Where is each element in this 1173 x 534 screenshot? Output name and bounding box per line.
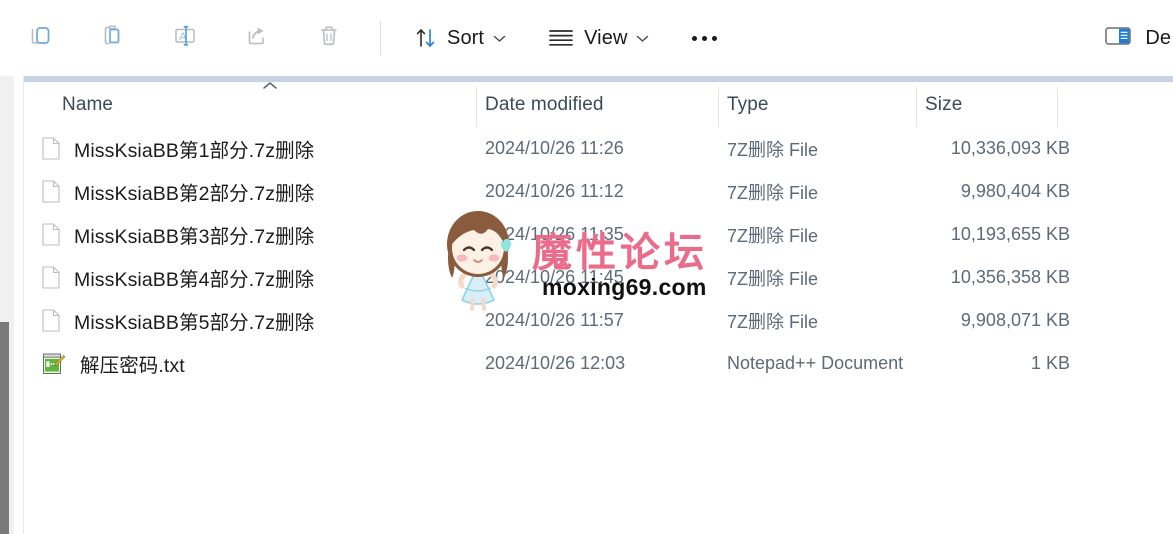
details-pane-label: De xyxy=(1145,26,1171,49)
file-date-cell: 2024/10/26 11:26 xyxy=(485,138,624,158)
file-date-cell: 2024/10/26 11:35 xyxy=(485,224,624,244)
table-row[interactable]: MissKsiaBB第2部分.7z删除 2024/10/26 11:12 7Z删… xyxy=(24,170,1173,213)
generic-file-icon xyxy=(42,137,60,160)
column-resizer[interactable] xyxy=(1057,87,1058,127)
column-header-size[interactable]: Size xyxy=(925,82,962,127)
column-header-type-label: Type xyxy=(727,93,769,115)
copy-icon xyxy=(28,23,54,54)
rename-button[interactable]: A xyxy=(162,15,208,61)
command-bar: A Sort View De xyxy=(0,0,1173,76)
file-explorer-window: A Sort View De Name Date modified Type S… xyxy=(0,0,1173,534)
delete-icon xyxy=(316,23,342,54)
file-name-cell: 解压密码.txt xyxy=(42,349,472,378)
navigation-scrollbar-thumb[interactable] xyxy=(0,322,9,534)
file-size-cell: 9,908,071 KB xyxy=(960,310,1070,330)
generic-file-icon xyxy=(42,223,60,246)
file-size-cell: 10,336,093 KB xyxy=(950,138,1070,158)
file-name-cell: MissKsiaBB第5部分.7z删除 xyxy=(42,306,472,335)
file-date-cell: 2024/10/26 12:03 xyxy=(485,353,626,373)
details-pane-icon xyxy=(1105,25,1133,52)
file-name-cell: MissKsiaBB第2部分.7z删除 xyxy=(42,177,472,206)
rename-icon: A xyxy=(171,23,199,54)
view-button[interactable]: View xyxy=(538,16,659,60)
toolbar-separator xyxy=(380,21,381,55)
view-list-icon xyxy=(548,27,574,49)
file-name-label: MissKsiaBB第1部分.7z删除 xyxy=(74,140,315,162)
copy-button[interactable] xyxy=(18,15,64,61)
file-name-label: MissKsiaBB第2部分.7z删除 xyxy=(74,183,315,205)
column-header-type[interactable]: Type xyxy=(727,82,769,127)
file-size-cell: 1 KB xyxy=(1030,353,1070,373)
column-header-name[interactable]: Name xyxy=(62,82,113,127)
details-pane-button[interactable]: De xyxy=(1097,16,1173,60)
generic-file-icon xyxy=(42,309,60,332)
sort-ascending-indicator-icon xyxy=(259,79,281,91)
paste-icon xyxy=(100,23,126,54)
file-date-cell: 2024/10/26 11:45 xyxy=(485,267,624,287)
share-button[interactable] xyxy=(234,15,280,61)
file-size-cell: 10,193,655 KB xyxy=(950,224,1070,244)
file-size-cell: 9,980,404 KB xyxy=(960,181,1070,201)
sort-button[interactable]: Sort xyxy=(405,16,516,60)
table-row[interactable]: 解压密码.txt 2024/10/26 12:03 Notepad++ Docu… xyxy=(24,342,1173,385)
delete-button[interactable] xyxy=(306,15,352,61)
file-name-cell: MissKsiaBB第4部分.7z删除 xyxy=(42,263,472,292)
sort-arrows-icon xyxy=(415,26,437,50)
file-date-cell: 2024/10/26 11:57 xyxy=(485,310,624,330)
column-resizer[interactable] xyxy=(916,87,917,127)
file-date-cell: 2024/10/26 11:12 xyxy=(485,181,624,201)
table-row[interactable]: MissKsiaBB第4部分.7z删除 2024/10/26 11:45 7Z删… xyxy=(24,256,1173,299)
file-type-cell: 7Z删除 File xyxy=(727,311,819,332)
ellipsis-dot-icon xyxy=(701,35,707,41)
generic-file-icon xyxy=(42,180,60,203)
notepad-plus-plus-icon xyxy=(42,352,66,376)
chevron-down-icon xyxy=(493,34,506,43)
file-type-cell: Notepad++ Document xyxy=(727,353,904,373)
file-name-cell: MissKsiaBB第1部分.7z删除 xyxy=(42,134,472,163)
file-name-label: MissKsiaBB第5部分.7z删除 xyxy=(74,312,315,334)
column-header-date-modified[interactable]: Date modified xyxy=(485,82,604,127)
navigation-pane-rail xyxy=(0,76,14,534)
share-icon xyxy=(244,23,270,54)
file-name-cell: MissKsiaBB第3部分.7z删除 xyxy=(42,220,472,249)
table-row[interactable]: MissKsiaBB第3部分.7z删除 2024/10/26 11:35 7Z删… xyxy=(24,213,1173,256)
file-size-cell: 10,356,358 KB xyxy=(950,267,1070,287)
column-header-date-modified-label: Date modified xyxy=(485,93,604,115)
file-type-cell: 7Z删除 File xyxy=(727,139,819,160)
ellipsis-dot-icon xyxy=(711,35,717,41)
file-list: MissKsiaBB第1部分.7z删除 2024/10/26 11:26 7Z删… xyxy=(24,127,1173,534)
column-resizer[interactable] xyxy=(718,87,719,127)
view-label: View xyxy=(584,26,628,49)
column-header-row: Name Date modified Type Size xyxy=(24,79,1173,127)
table-row[interactable]: MissKsiaBB第5部分.7z删除 2024/10/26 11:57 7Z删… xyxy=(24,299,1173,342)
paste-button[interactable] xyxy=(90,15,136,61)
see-more-button[interactable] xyxy=(681,16,727,60)
file-name-label: 解压密码.txt xyxy=(80,355,185,377)
table-row[interactable]: MissKsiaBB第1部分.7z删除 2024/10/26 11:26 7Z删… xyxy=(24,127,1173,170)
file-name-label: MissKsiaBB第3部分.7z删除 xyxy=(74,226,315,248)
file-name-label: MissKsiaBB第4部分.7z删除 xyxy=(74,269,315,291)
column-header-size-label: Size xyxy=(925,93,963,115)
chevron-down-icon xyxy=(636,34,649,43)
column-header-name-label: Name xyxy=(62,93,114,115)
file-type-cell: 7Z删除 File xyxy=(727,182,819,203)
sort-label: Sort xyxy=(447,26,485,49)
file-type-cell: 7Z删除 File xyxy=(727,268,819,289)
column-resizer[interactable] xyxy=(476,87,477,127)
generic-file-icon xyxy=(42,266,60,289)
file-type-cell: 7Z删除 File xyxy=(727,225,819,246)
ellipsis-dot-icon xyxy=(691,35,697,41)
